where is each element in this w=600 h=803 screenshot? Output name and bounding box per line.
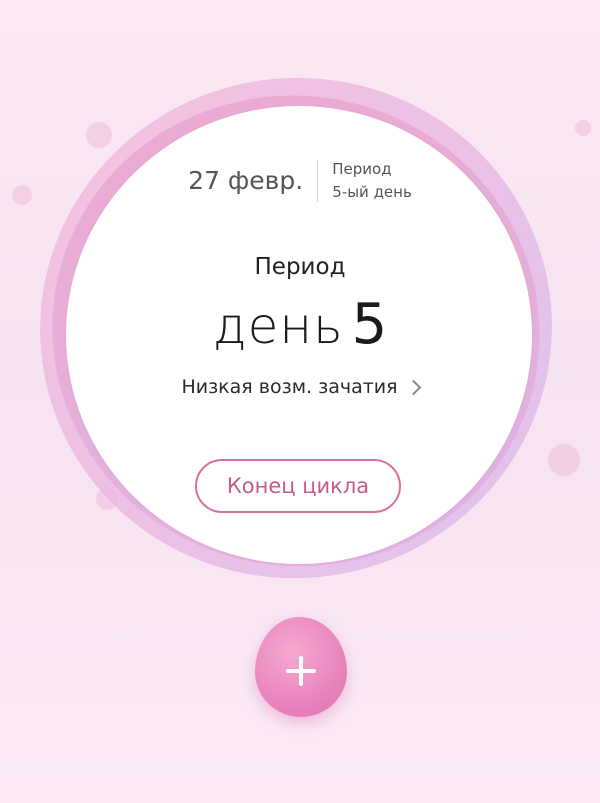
phase-summary: Период 5-ый день	[318, 158, 412, 204]
end-cycle-button[interactable]: Конец цикла	[195, 459, 401, 513]
decor-bubble	[575, 120, 591, 136]
day-counter: день 5	[0, 292, 600, 357]
fertility-link[interactable]: Низкая возм. зачатия	[0, 376, 600, 398]
day-number: 5	[351, 292, 388, 357]
period-title: Период	[254, 254, 346, 280]
phase-day: 5-ый день	[332, 183, 412, 201]
fertility-text: Низкая возм. зачатия	[181, 376, 398, 398]
phase-label: Период	[332, 160, 392, 178]
decor-bubble	[86, 122, 112, 148]
current-date: 27 февр.	[188, 160, 319, 202]
decor-bubble	[548, 444, 580, 476]
plus-icon	[286, 656, 316, 686]
chevron-right-icon	[405, 379, 421, 395]
date-header: 27 февр. Период 5-ый день	[0, 158, 600, 204]
day-word: день	[212, 297, 344, 355]
add-button[interactable]	[255, 617, 347, 717]
